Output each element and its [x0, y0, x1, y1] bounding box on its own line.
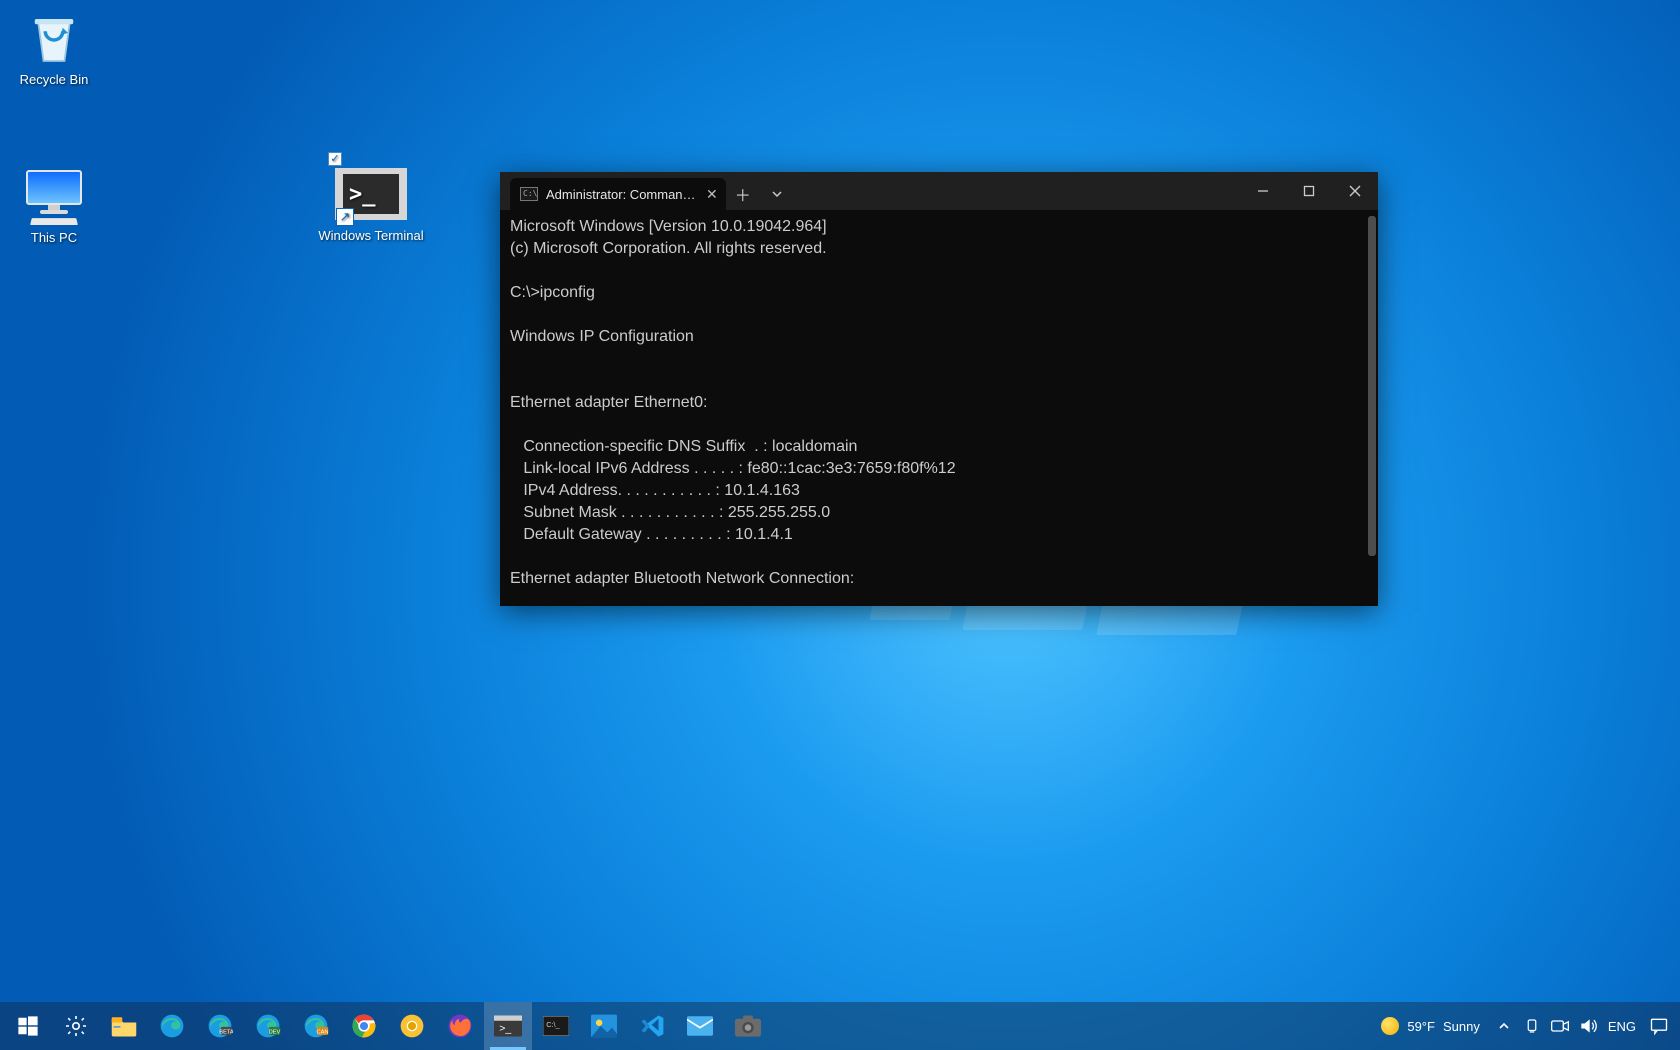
scrollbar-thumb[interactable]: [1368, 216, 1376, 556]
tray-language[interactable]: ENG: [1602, 1019, 1642, 1034]
taskbar-edge-beta[interactable]: BETA: [196, 1002, 244, 1050]
tray-action-center[interactable]: [1642, 1002, 1676, 1050]
desktop-icon-label: Recycle Bin: [6, 72, 102, 87]
shortcut-arrow-icon: ↗: [336, 208, 354, 226]
new-tab-button[interactable]: ＋: [726, 178, 760, 210]
windows-terminal-icon: ✓ >_ ↗: [332, 164, 410, 224]
taskbar-edge-canary[interactable]: CAN: [292, 1002, 340, 1050]
taskbar-file-explorer[interactable]: [100, 1002, 148, 1050]
terminal-body[interactable]: Microsoft Windows [Version 10.0.19042.96…: [500, 210, 1378, 606]
terminal-line: Subnet Mask . . . . . . . . . . . : 255.…: [510, 504, 830, 521]
vscode-icon: [638, 1012, 666, 1040]
edge-beta-icon: BETA: [206, 1012, 234, 1040]
terminal-line: IPv4 Address. . . . . . . . . . . : 10.1…: [510, 482, 800, 499]
taskbar-mail[interactable]: [676, 1002, 724, 1050]
recycle-bin-icon: [26, 12, 82, 68]
folder-icon: [110, 1012, 138, 1040]
tab-dropdown-button[interactable]: [760, 178, 794, 210]
system-tray: 59°F Sunny ENG: [1371, 1002, 1676, 1050]
terminal-titlebar[interactable]: C:\ Administrator: Command Prompt ✕ ＋: [500, 172, 1378, 210]
close-button[interactable]: [1332, 172, 1378, 210]
mail-icon: [686, 1012, 714, 1040]
windows-logo-icon: [14, 1012, 42, 1040]
chrome-canary-icon: [398, 1012, 426, 1040]
terminal-line: C:\>ipconfig: [510, 284, 595, 301]
taskbar-edge[interactable]: [148, 1002, 196, 1050]
taskbar-vscode[interactable]: [628, 1002, 676, 1050]
edge-dev-icon: DEV: [254, 1012, 282, 1040]
weather-temp: 59°F: [1407, 1019, 1435, 1034]
checkbox-icon: ✓: [328, 152, 342, 166]
taskbar: BETA DEV CAN >_ C:\_: [0, 1002, 1680, 1050]
terminal-tab-title: Administrator: Command Prompt: [546, 187, 696, 202]
this-pc-icon: [26, 170, 82, 226]
chrome-icon: [350, 1012, 378, 1040]
taskbar-chrome[interactable]: [340, 1002, 388, 1050]
start-button[interactable]: [4, 1002, 52, 1050]
desktop-icon-windows-terminal[interactable]: ✓ >_ ↗ Windows Terminal: [316, 164, 426, 243]
tray-meet-now[interactable]: [1546, 1002, 1574, 1050]
svg-text:C:\_: C:\_: [546, 1020, 560, 1029]
tab-close-button[interactable]: ✕: [706, 186, 718, 203]
taskbar-photos[interactable]: [580, 1002, 628, 1050]
desktop-icon-label: Windows Terminal: [316, 228, 426, 243]
terminal-line: Microsoft Windows [Version 10.0.19042.96…: [510, 218, 827, 235]
taskbar-firefox[interactable]: [436, 1002, 484, 1050]
weather-desc: Sunny: [1443, 1019, 1480, 1034]
terminal-line: Windows IP Configuration: [510, 328, 694, 345]
terminal-line: Default Gateway . . . . . . . . . : 10.1…: [510, 526, 793, 543]
photos-icon: [590, 1012, 618, 1040]
taskbar-edge-dev[interactable]: DEV: [244, 1002, 292, 1050]
tray-volume[interactable]: [1574, 1002, 1602, 1050]
edge-canary-icon: CAN: [302, 1012, 330, 1040]
taskbar-camera[interactable]: [724, 1002, 772, 1050]
gear-icon: [62, 1012, 90, 1040]
cmd-icon: C:\_: [542, 1012, 570, 1040]
edge-icon: [158, 1012, 186, 1040]
terminal-icon: >_: [494, 1012, 522, 1040]
terminal-window[interactable]: C:\ Administrator: Command Prompt ✕ ＋ Mi…: [500, 172, 1378, 606]
taskbar-cmd[interactable]: C:\_: [532, 1002, 580, 1050]
terminal-line: (c) Microsoft Corporation. All rights re…: [510, 240, 827, 257]
terminal-line: Connection-specific DNS Suffix . : local…: [510, 438, 857, 455]
taskbar-settings[interactable]: [52, 1002, 100, 1050]
terminal-line: Link-local IPv6 Address . . . . . : fe80…: [510, 460, 956, 477]
svg-text:CAN: CAN: [317, 1029, 329, 1035]
svg-text:DEV: DEV: [269, 1029, 281, 1035]
terminal-line: Ethernet adapter Bluetooth Network Conne…: [510, 570, 854, 587]
taskbar-windows-terminal[interactable]: >_: [484, 1002, 532, 1050]
firefox-icon: [446, 1012, 474, 1040]
minimize-button[interactable]: [1240, 172, 1286, 210]
desktop-icon-this-pc[interactable]: This PC: [6, 170, 102, 245]
terminal-line: Ethernet adapter Ethernet0:: [510, 394, 707, 411]
taskbar-chrome-canary[interactable]: [388, 1002, 436, 1050]
tray-overflow-button[interactable]: [1490, 1002, 1518, 1050]
terminal-tab[interactable]: C:\ Administrator: Command Prompt ✕: [510, 178, 726, 210]
sun-icon: [1381, 1017, 1399, 1035]
maximize-button[interactable]: [1286, 172, 1332, 210]
tray-onedrive[interactable]: [1518, 1002, 1546, 1050]
svg-text:>_: >_: [499, 1022, 511, 1034]
camera-icon: [734, 1012, 762, 1040]
cmd-icon: C:\: [520, 187, 538, 201]
desktop-icon-label: This PC: [6, 230, 102, 245]
svg-text:BETA: BETA: [219, 1029, 233, 1035]
taskbar-weather[interactable]: 59°F Sunny: [1371, 1017, 1489, 1035]
desktop-icon-recycle-bin[interactable]: Recycle Bin: [6, 12, 102, 87]
